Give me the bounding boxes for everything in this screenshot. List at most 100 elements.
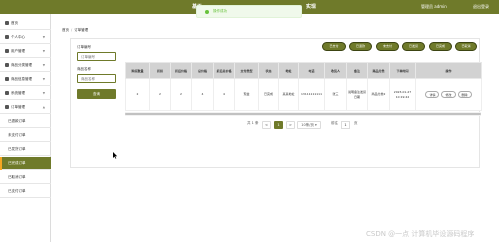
column-header: 购买数量	[125, 62, 150, 79]
goods-name-input[interactable]	[77, 74, 116, 83]
column-header: 折扣	[149, 62, 171, 79]
page-number-button[interactable]: 1	[274, 121, 283, 129]
table-cell: 说明备注发货日期	[346, 78, 368, 111]
column-header: 操作	[415, 62, 482, 79]
sidebar-subitem-shipped[interactable]: 已发货订单	[0, 143, 51, 156]
page-size-select[interactable]: 10条/页 ▾	[297, 121, 321, 129]
sidebar-item-system[interactable]: 系统管理 ▼	[0, 87, 51, 100]
watermark: CSDN @一点 计算机毕设源码程序	[366, 230, 475, 238]
table-cell-actions: 详情 修改 删除	[415, 78, 482, 111]
page-size-value: 10条/页	[301, 123, 314, 127]
sidebar-item-label: 系统管理	[11, 91, 25, 95]
goods-icon	[5, 77, 9, 81]
sidebar-subitem-label: 已退款订单	[8, 119, 26, 123]
user-icon	[5, 35, 9, 39]
active-indicator	[0, 157, 2, 170]
home-icon	[5, 21, 9, 25]
sidebar-subitem-unpaid[interactable]: 未支付订单	[0, 129, 51, 142]
sidebar-item-label: 订单管理	[11, 105, 25, 109]
sidebar-item-goods[interactable]: 商品信息管理 ▼	[0, 73, 51, 86]
sidebar-subitem-label: 未支付订单	[8, 133, 26, 137]
chevron-down-icon: ▼	[42, 63, 45, 67]
total-count: 共 1 条	[247, 121, 259, 125]
table-cell: 已完成	[258, 78, 279, 111]
current-user: 管理员 admin	[421, 4, 447, 9]
column-header: 状态	[258, 62, 279, 79]
filter-cancelled-button[interactable]: 已取消	[455, 42, 477, 51]
detail-button[interactable]: 详情	[425, 91, 440, 98]
column-header: 电话	[298, 62, 325, 79]
goto-page-input[interactable]: 1	[341, 121, 350, 129]
chevron-up-icon: ▲	[42, 105, 45, 109]
table-cell: 4	[213, 78, 235, 111]
sidebar-item-profile[interactable]: 个人中心 ▼	[0, 31, 51, 44]
column-header: 折后价格	[170, 62, 192, 79]
column-header: 商品分类	[367, 62, 390, 79]
sidebar-subitem-label: 已支付订单	[8, 189, 26, 193]
toast-message: 操作成功	[213, 9, 227, 13]
filter-completed-button[interactable]: 已完成	[429, 42, 452, 51]
column-header: 总价格	[191, 62, 214, 79]
table-cell: 2	[149, 78, 171, 111]
sidebar-subitem-paid[interactable]: 已支付订单	[0, 185, 51, 198]
column-header: 备注	[346, 62, 368, 79]
table-cell: 2	[125, 78, 150, 111]
filter-unpaid-button[interactable]: 未支付	[376, 42, 399, 51]
delete-button[interactable]: 删除	[457, 91, 472, 98]
table-row: 2 2 2 4 4 现金 已完成 某某地址 13111111111 张三 说明备…	[125, 78, 482, 111]
table-cell: 现金	[234, 78, 259, 111]
table-cell: 商品分类2	[367, 78, 390, 111]
logout-link[interactable]: 退出登录	[473, 4, 489, 10]
sidebar: 首页 个人中心 ▼ 用户管理 ▼ 商品分类管理 ▼ 商品信息管理 ▼ 系统管理 …	[0, 14, 51, 242]
sidebar-item-label: 商品信息管理	[11, 77, 32, 81]
sidebar-subitem-cancelled[interactable]: 已取消订单	[0, 171, 51, 184]
chevron-down-icon: ▼	[42, 49, 45, 53]
table-cell: 13111111111	[298, 78, 325, 111]
sidebar-item-categories[interactable]: 商品分类管理 ▼	[0, 59, 51, 72]
breadcrumb-separator: /	[71, 28, 73, 32]
search-button[interactable]: 查询	[77, 89, 116, 99]
breadcrumb-current: 订单管理	[74, 28, 89, 32]
scrollbar-thumb[interactable]	[125, 113, 481, 115]
next-page-button[interactable]: >	[286, 121, 295, 129]
column-header: 折后总价格	[213, 62, 235, 79]
sidebar-item-users[interactable]: 用户管理 ▼	[0, 45, 51, 58]
sidebar-subitem-label: 已取消订单	[8, 175, 26, 179]
edit-button[interactable]: 修改	[441, 91, 456, 98]
horizontal-scrollbar[interactable]	[125, 112, 481, 116]
filter-refunded-button[interactable]: 已退款	[349, 42, 372, 51]
goods-name-label: 商品名称	[77, 67, 91, 71]
table-cell: 4	[191, 78, 214, 111]
sidebar-subitem-refunded[interactable]: 已退款订单	[0, 115, 51, 128]
category-icon	[5, 63, 9, 67]
order-no-input[interactable]	[77, 52, 116, 61]
sidebar-item-home[interactable]: 首页	[0, 17, 51, 30]
users-icon	[5, 49, 9, 53]
table-cell: 某某地址	[278, 78, 299, 111]
column-header: 支付类型	[234, 62, 259, 79]
table-header-row: 购买数量 折扣 折后价格 总价格 折后总价格 支付类型 状态 地址 电话 收货人…	[125, 62, 482, 79]
prev-page-button[interactable]: <	[262, 121, 271, 129]
filter-paid-button[interactable]: 已支付	[322, 42, 346, 51]
breadcrumb: 首页 / 订单管理	[62, 28, 88, 33]
sidebar-subitem-completed[interactable]: 已完成订单	[0, 157, 51, 170]
breadcrumb-home[interactable]: 首页	[62, 28, 69, 32]
gear-icon	[5, 91, 9, 95]
chevron-down-icon: ▼	[42, 35, 45, 39]
column-header: 下单时间	[389, 62, 416, 79]
goto-label: 前往	[331, 121, 338, 125]
table-cell: 2	[170, 78, 192, 111]
chevron-down-icon: ▼	[42, 91, 45, 95]
column-header: 收货人	[324, 62, 347, 79]
filter-shipped-button[interactable]: 已发货	[402, 42, 425, 51]
sidebar-item-label: 首页	[11, 21, 18, 25]
sidebar-item-orders[interactable]: 订单管理 ▲	[0, 101, 51, 114]
table-cell: 2023-01-27 10:19:42	[389, 78, 416, 111]
orders-table: 购买数量 折扣 折后价格 总价格 折后总价格 支付类型 状态 地址 电话 收货人…	[125, 62, 482, 111]
order-no-label: 订单编号	[77, 45, 91, 49]
sidebar-subitem-label: 已完成订单	[8, 161, 26, 165]
column-header: 地址	[278, 62, 299, 79]
sidebar-item-label: 个人中心	[11, 35, 25, 39]
chevron-down-icon: ▼	[42, 77, 45, 81]
chevron-down-icon: ▾	[315, 123, 317, 127]
